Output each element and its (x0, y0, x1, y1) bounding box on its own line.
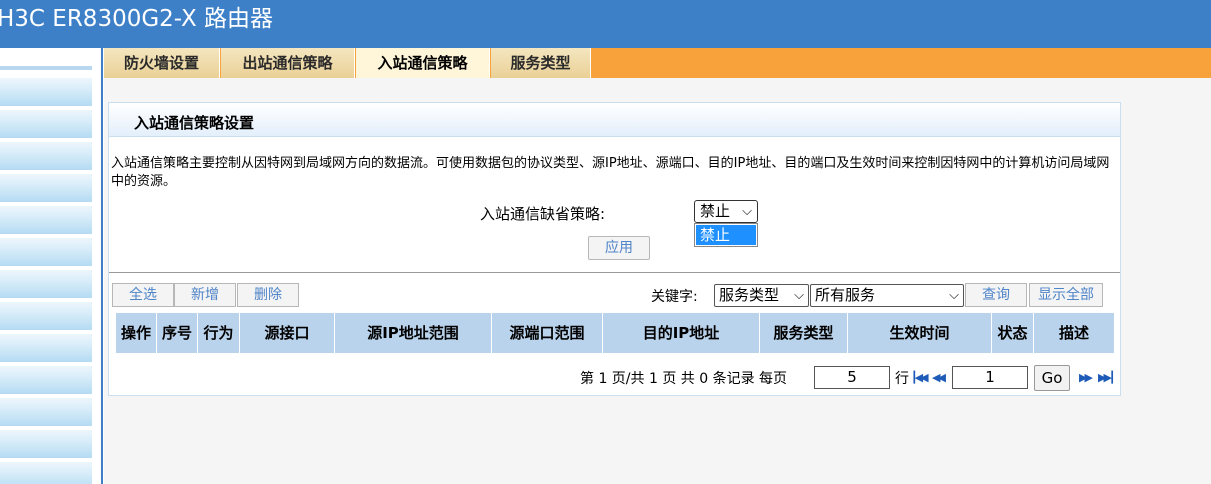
sidebar (0, 48, 104, 484)
keyword-field-select[interactable]: 服务类型 ⌵ (714, 284, 809, 307)
col-header-effective-time: 生效时间 (848, 313, 992, 353)
keyword-label: 关键字: (651, 289, 698, 305)
sidebar-item[interactable] (0, 206, 92, 234)
sidebar-item[interactable] (0, 238, 92, 266)
col-header-service-type: 服务类型 (760, 313, 848, 353)
panel-title: 入站通信策略设置 (134, 114, 255, 132)
col-header-source-ip-range: 源IP地址范围 (335, 313, 492, 353)
keyword-value-select[interactable]: 所有服务 ⌵ (810, 284, 964, 307)
tab-firewall-settings[interactable]: 防火墙设置 (104, 48, 220, 78)
chevron-down-icon: ⌵ (949, 288, 959, 303)
sidebar-item[interactable] (0, 398, 92, 426)
sidebar-top-divider (0, 66, 92, 70)
divider (109, 272, 1120, 273)
chevron-down-icon: ⌵ (794, 288, 804, 303)
col-header-behavior: 行为 (198, 313, 240, 353)
page-number-input[interactable]: 1 (952, 366, 1028, 389)
next-page-icon[interactable]: ▶▶ (1079, 371, 1093, 384)
pager-rows-unit: 行 (895, 371, 909, 387)
dropdown-option[interactable]: 禁止 (696, 225, 756, 245)
tab-service-types[interactable]: 服务类型 (491, 48, 591, 78)
sidebar-item[interactable] (0, 270, 92, 298)
col-header-status: 状态 (992, 313, 1034, 353)
default-policy-select[interactable]: 禁止 ⌵ (694, 200, 758, 223)
header-strip (0, 40, 1211, 48)
sidebar-border (101, 48, 103, 484)
pager-summary: 第 1 页/共 1 页 共 0 条记录 每页 (580, 371, 788, 387)
col-header-action: 操作 (116, 313, 157, 353)
prev-page-icon[interactable]: ◀◀ (932, 371, 946, 384)
apply-button[interactable]: 应用 (588, 236, 650, 260)
col-header-index: 序号 (157, 313, 198, 353)
col-header-source-port-range: 源端口范围 (492, 313, 603, 353)
sidebar-item[interactable] (0, 462, 92, 484)
first-page-icon[interactable]: ┃◀◀ (911, 371, 928, 384)
default-policy-label: 入站通信缺省策略: (480, 205, 606, 223)
sidebar-item[interactable] (0, 302, 92, 330)
search-button[interactable]: 查询 (965, 283, 1027, 307)
sidebar-item[interactable] (0, 174, 92, 202)
sidebar-item[interactable] (0, 110, 92, 138)
panel-description: 入站通信策略主要控制从因特网到局域网方向的数据流。可使用数据包的协议类型、源IP… (111, 156, 1110, 189)
default-policy-value: 禁止 (700, 202, 731, 220)
keyword-value: 所有服务 (815, 286, 876, 304)
go-button[interactable]: Go (1034, 365, 1070, 391)
app-header: H3C ER8300G2-X 路由器 (0, 0, 1211, 48)
select-all-button[interactable]: 全选 (112, 283, 174, 307)
content-area: 入站通信策略设置 入站通信策略主要控制从因特网到局域网方向的数据流。可使用数据包… (104, 78, 1211, 484)
add-button[interactable]: 新增 (174, 283, 236, 307)
col-header-description: 描述 (1058, 324, 1089, 342)
inbound-policy-panel: 入站通信策略设置 入站通信策略主要控制从因特网到局域网方向的数据流。可使用数据包… (108, 102, 1121, 396)
policy-table: 操作 序号 行为 源接口 源IP地址范围 源端口范围 目的IP地址 服务类型 生… (116, 313, 1114, 359)
tab-outbound-policy[interactable]: 出站通信策略 (221, 48, 355, 78)
table-header: 操作 序号 行为 源接口 源IP地址范围 源端口范围 目的IP地址 服务类型 生… (116, 313, 1114, 353)
per-page-input[interactable]: 5 (814, 366, 890, 389)
col-header-source-interface: 源接口 (240, 313, 335, 353)
sidebar-item[interactable] (0, 142, 92, 170)
tab-inbound-policy[interactable]: 入站通信策略 (356, 48, 490, 78)
last-page-icon[interactable]: ▶▶┃ (1098, 371, 1115, 384)
sidebar-item[interactable] (0, 366, 92, 394)
tab-bar: 防火墙设置 出站通信策略 入站通信策略 服务类型 (104, 48, 1211, 78)
panel-header: 入站通信策略设置 (109, 103, 1120, 137)
chevron-down-icon: ⌵ (742, 204, 752, 219)
show-all-button[interactable]: 显示全部 (1029, 283, 1103, 307)
default-policy-dropdown: 禁止 (694, 223, 758, 247)
app-title: H3C ER8300G2-X 路由器 (0, 6, 274, 32)
delete-button[interactable]: 删除 (237, 283, 299, 307)
sidebar-item[interactable] (0, 430, 92, 458)
sidebar-item[interactable] (0, 78, 92, 106)
col-header-dest-ip: 目的IP地址 (603, 313, 760, 353)
keyword-field-value: 服务类型 (719, 286, 780, 304)
sidebar-item[interactable] (0, 334, 92, 362)
